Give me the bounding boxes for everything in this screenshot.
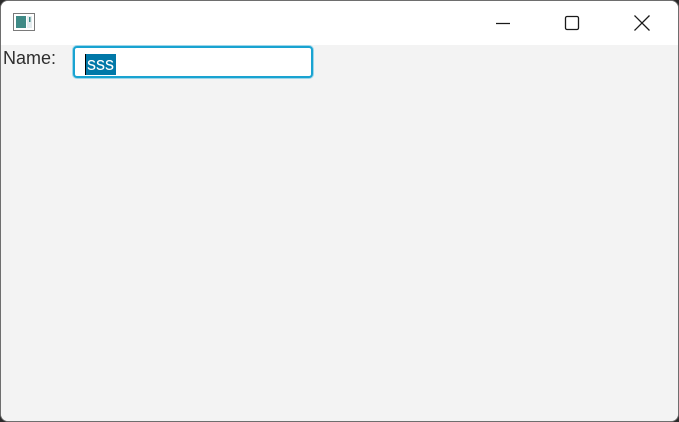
text-caret [85, 54, 86, 75]
title-bar[interactable] [1, 1, 678, 45]
minimize-icon [496, 22, 510, 25]
name-input-selected-text[interactable]: sss [85, 54, 116, 75]
app-window-icon [13, 13, 35, 31]
content-pane: Name: sss [1, 45, 678, 421]
maximize-button[interactable] [537, 1, 607, 45]
close-button[interactable] [607, 1, 677, 45]
name-input[interactable]: sss [73, 46, 313, 78]
maximize-icon [564, 15, 580, 31]
close-icon [634, 15, 650, 31]
app-window: Name: sss [0, 0, 679, 422]
name-label: Name: [3, 48, 57, 68]
minimize-button[interactable] [468, 1, 538, 45]
